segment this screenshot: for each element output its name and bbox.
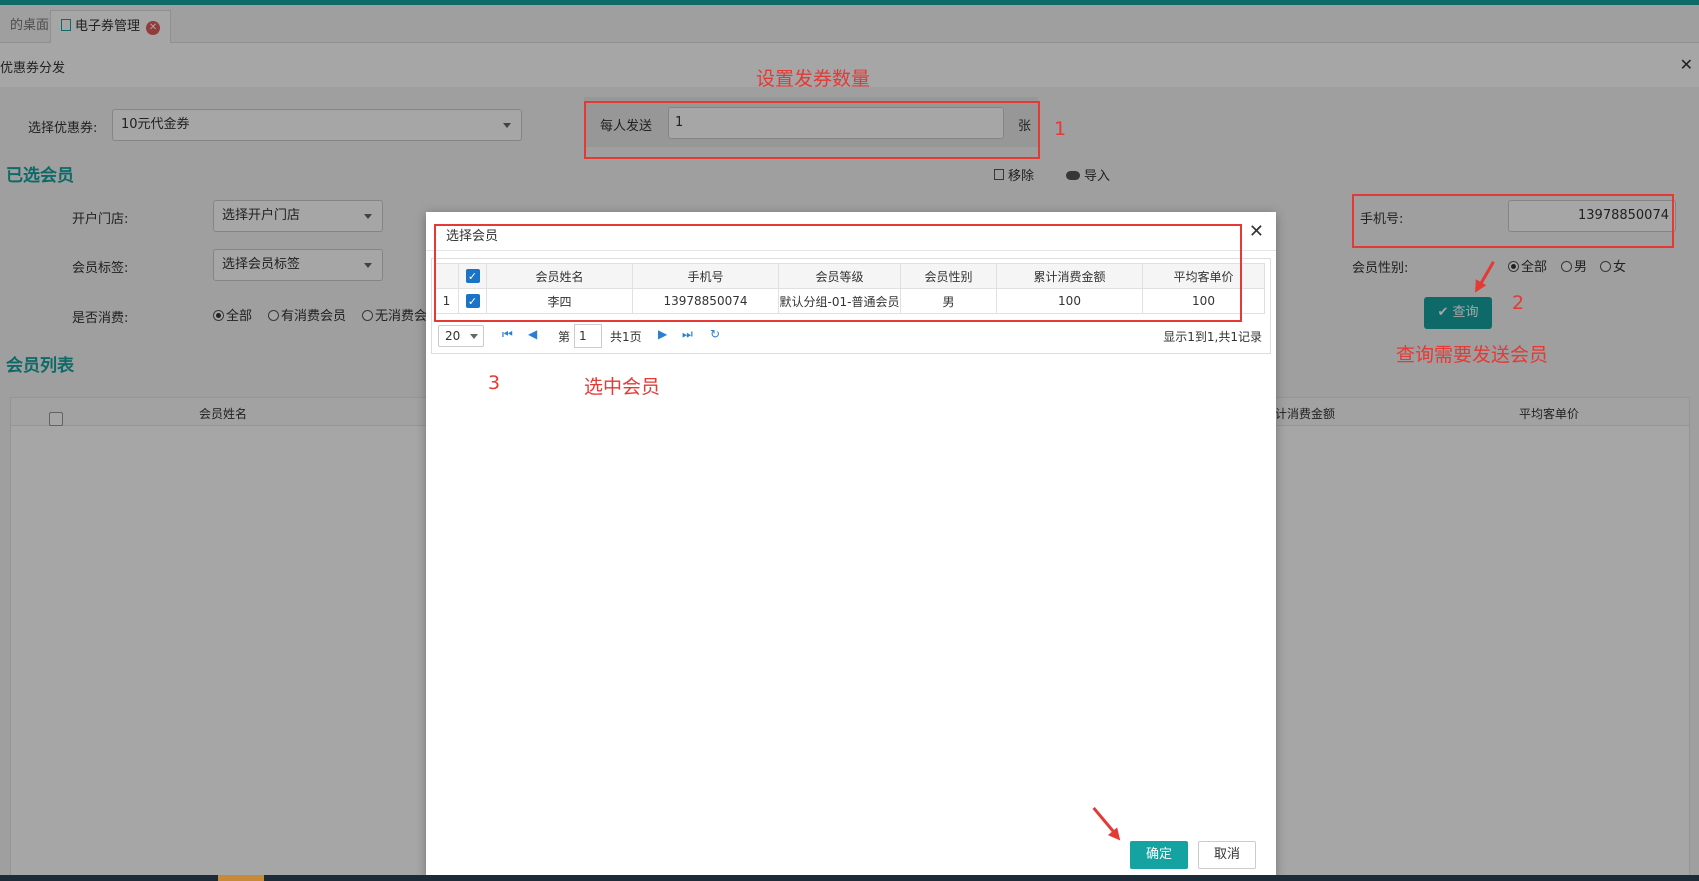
page-number-input[interactable]: 1: [574, 324, 602, 348]
annotation-text-3: 选中会员: [584, 376, 661, 398]
cancel-button[interactable]: 取消: [1198, 841, 1256, 869]
close-icon[interactable]: ✕: [1249, 221, 1264, 242]
last-page-icon[interactable]: ⏭: [682, 327, 693, 342]
annotation-number-1: 1: [1054, 118, 1067, 140]
annotation-text-2: 查询需要发送会员: [1396, 344, 1549, 366]
annotation-number-3: 3: [488, 372, 501, 394]
annotation-box-1: [584, 101, 1040, 159]
refresh-icon[interactable]: ↻: [710, 327, 720, 341]
confirm-button[interactable]: 确定: [1130, 841, 1188, 869]
record-summary: 显示1到1,共1记录: [1163, 330, 1262, 344]
page-prefix: 第: [558, 330, 571, 344]
annotation-number-2: 2: [1512, 292, 1525, 314]
bottom-strip: [0, 875, 1699, 881]
annotation-text-1: 设置发券数量: [756, 68, 871, 90]
page-size-select[interactable]: 20: [438, 325, 484, 347]
annotation-box-3: [434, 224, 1242, 322]
prev-page-icon[interactable]: ◀: [528, 327, 537, 341]
first-page-icon[interactable]: ⏮: [502, 327, 513, 342]
page-total: 共1页: [610, 330, 642, 344]
bottom-strip-segment: [218, 875, 264, 881]
pagination-bar: 20 ⏮ ◀ 第 1 共1页 ▶ ⏭ ↻ 显示1到1,共1记录: [434, 321, 1268, 351]
next-page-icon[interactable]: ▶: [658, 327, 667, 341]
annotation-box-phone: [1352, 194, 1674, 248]
